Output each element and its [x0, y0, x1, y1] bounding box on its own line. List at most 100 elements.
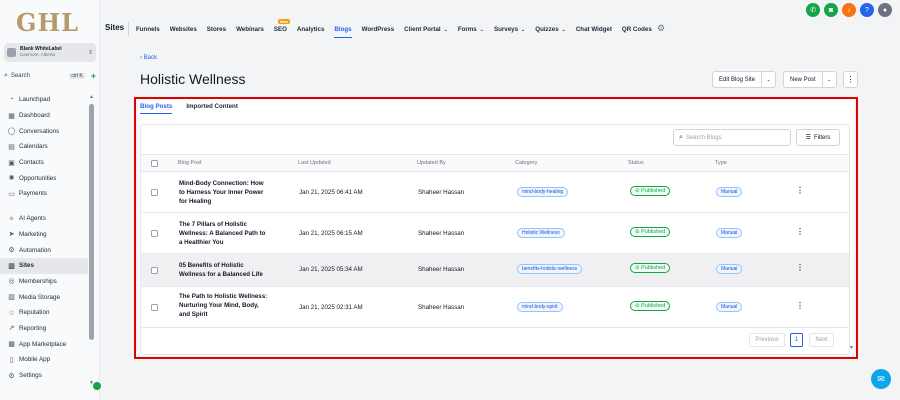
chevron-down-icon: ⌄: [443, 26, 448, 33]
sidebar-item-marketing[interactable]: ➤ Marketing: [0, 227, 88, 243]
account-avatar: [7, 48, 16, 57]
search-icon: ⌕: [4, 71, 8, 79]
ai-icon: ✧: [8, 215, 15, 223]
top-tabs: Funnels Websites Stores Webinars New SEO …: [136, 19, 662, 38]
sidebar-search[interactable]: ⌕ Search ctrl K +: [4, 70, 96, 81]
highlight-annotation: [134, 97, 858, 359]
sidebar-item-label: Mobile App: [19, 356, 51, 364]
new-post-button[interactable]: New Post ⌄: [783, 71, 837, 88]
payments-icon: ▭: [8, 190, 15, 198]
sidebar-item-reporting[interactable]: ↗ Reporting: [0, 321, 88, 337]
chat-support-icon[interactable]: ✉: [871, 369, 891, 389]
sidebar-item-label: Reputation: [19, 309, 50, 317]
help-icon[interactable]: ?: [860, 3, 874, 17]
bell-icon[interactable]: ♪: [842, 3, 856, 17]
account-location: Canmore, Alberta: [20, 51, 56, 57]
tab-forms[interactable]: Forms ⌄: [458, 21, 484, 38]
tab-seo[interactable]: New SEO: [274, 19, 291, 38]
contacts-icon: ▣: [8, 159, 15, 167]
sidebar-item-media-storage[interactable]: ▧ Media Storage: [0, 289, 88, 305]
opportunities-icon: ✺: [8, 175, 15, 183]
sidebar-item-label: Launchpad: [19, 96, 51, 104]
automation-icon: ⚙: [8, 247, 15, 255]
launchpad-icon: ◔: [9, 96, 14, 104]
chevron-down-icon: ⌄: [521, 26, 526, 33]
sidebar-item-memberships[interactable]: ◎ Memberships: [0, 274, 88, 290]
tab-quizzes[interactable]: Quizzes ⌄: [535, 21, 566, 38]
page-title: Holistic Wellness: [140, 71, 246, 87]
marketplace-icon: ▦: [8, 341, 15, 349]
tab-stores[interactable]: Stores: [207, 21, 226, 38]
brand-logo[interactable]: GHL: [16, 8, 79, 37]
sidebar-item-label: Contacts: [19, 159, 44, 167]
sidebar-scrollbar[interactable]: [89, 104, 94, 340]
sidebar-item-dashboard[interactable]: ▦ Dashboard: [0, 108, 88, 124]
chevron-down-icon[interactable]: ⌄: [821, 72, 836, 87]
user-avatar-icon[interactable]: ●: [878, 3, 892, 17]
sidebar-item-payments[interactable]: ▭ Payments: [0, 186, 88, 202]
sidebar-item-opportunities[interactable]: ✺ Opportunities: [0, 170, 88, 186]
chevron-down-icon[interactable]: ⌄: [761, 72, 775, 87]
reporting-icon: ↗: [8, 325, 15, 333]
sidebar-item-label: Media Storage: [19, 293, 60, 301]
dashboard-icon: ▦: [8, 112, 15, 120]
more-options-button[interactable]: ⋮: [843, 71, 858, 88]
sidebar-item-ai-agents[interactable]: ✧ AI Agents: [0, 211, 88, 227]
memberships-icon: ◎: [8, 278, 15, 286]
tab-funnels[interactable]: Funnels: [136, 21, 160, 38]
tab-webinars[interactable]: Webinars: [236, 21, 264, 38]
settings-icon: ⚙: [8, 372, 15, 380]
sidebar-item-app-marketplace[interactable]: ▦ App Marketplace: [0, 336, 88, 352]
quick-add-icon[interactable]: +: [91, 71, 96, 81]
sidebar-item-settings[interactable]: ⚙ Settings: [0, 368, 88, 384]
top-navigation: Sites Funnels Websites Stores Webinars N…: [100, 0, 900, 58]
gear-icon[interactable]: ⚙: [657, 23, 665, 34]
sidebar-item-label: Reporting: [19, 324, 47, 332]
sidebar: GHL Blank WhiteLabel Canmore, Alberta ⇕ …: [0, 0, 101, 400]
sidebar-item-automation[interactable]: ⚙ Automation: [0, 242, 88, 258]
tab-blogs[interactable]: Blogs: [334, 21, 352, 38]
divider: [128, 22, 129, 36]
section-title: Sites: [105, 23, 125, 32]
back-link[interactable]: ‹ Back: [140, 55, 157, 61]
sidebar-item-contacts[interactable]: ▣ Contacts: [0, 155, 88, 171]
reputation-icon: ☆: [8, 309, 15, 317]
tab-websites[interactable]: Websites: [170, 21, 197, 38]
sidebar-item-label: Marketing: [19, 230, 47, 238]
tab-chat-widget[interactable]: Chat Widget: [576, 21, 612, 38]
media-icon: ▧: [8, 294, 15, 302]
tab-client-portal[interactable]: Client Portal ⌄: [404, 21, 448, 38]
tab-wordpress[interactable]: WordPress: [362, 21, 395, 38]
sidebar-item-mobile-app[interactable]: ▯ Mobile App: [0, 352, 88, 368]
tab-qr-codes[interactable]: QR Codes: [622, 21, 652, 38]
sidebar-item-label: Opportunities: [19, 174, 57, 182]
sidebar-scroll-up-icon[interactable]: ▲: [89, 94, 94, 100]
sites-icon: ▥: [8, 262, 15, 270]
sidebar-item-label: App Marketplace: [19, 340, 67, 348]
sidebar-item-label: Conversations: [19, 127, 60, 135]
sidebar-item-label: AI Agents: [19, 215, 46, 223]
phone-icon[interactable]: ✆: [806, 3, 820, 17]
sidebar-item-label: Memberships: [19, 277, 57, 285]
account-switcher[interactable]: Blank WhiteLabel Canmore, Alberta ⇕: [4, 43, 96, 62]
sidebar-item-sites[interactable]: ▥ Sites: [0, 257, 88, 274]
switch-chevron-icon: ⇕: [87, 50, 93, 56]
sidebar-item-reputation[interactable]: ☆ Reputation: [0, 305, 88, 321]
sidebar-item-label: Settings: [19, 372, 42, 380]
tab-analytics[interactable]: Analytics: [297, 21, 325, 38]
sidebar-item-label: Sites: [19, 262, 35, 270]
mobile-icon: ▯: [9, 356, 14, 364]
sidebar-item-conversations[interactable]: ◯ Conversations: [0, 123, 88, 139]
sidebar-item-label: Dashboard: [19, 112, 50, 120]
chevron-down-icon: ⌄: [561, 26, 566, 33]
new-badge: New: [277, 19, 291, 24]
sidebar-item-label: Calendars: [19, 143, 48, 151]
edit-blog-site-button[interactable]: Edit Blog Site ⌄: [712, 71, 777, 88]
notifications-chat-icon[interactable]: ◙: [824, 3, 838, 17]
sidebar-item-calendars[interactable]: ▤ Calendars: [0, 139, 88, 155]
chat-icon: ◯: [7, 128, 16, 136]
sidebar-item-launchpad[interactable]: ◔ Launchpad: [0, 92, 88, 108]
status-dot: [93, 382, 101, 390]
tab-surveys[interactable]: Surveys ⌄: [494, 21, 525, 38]
chevron-down-icon: ⌄: [479, 26, 484, 33]
